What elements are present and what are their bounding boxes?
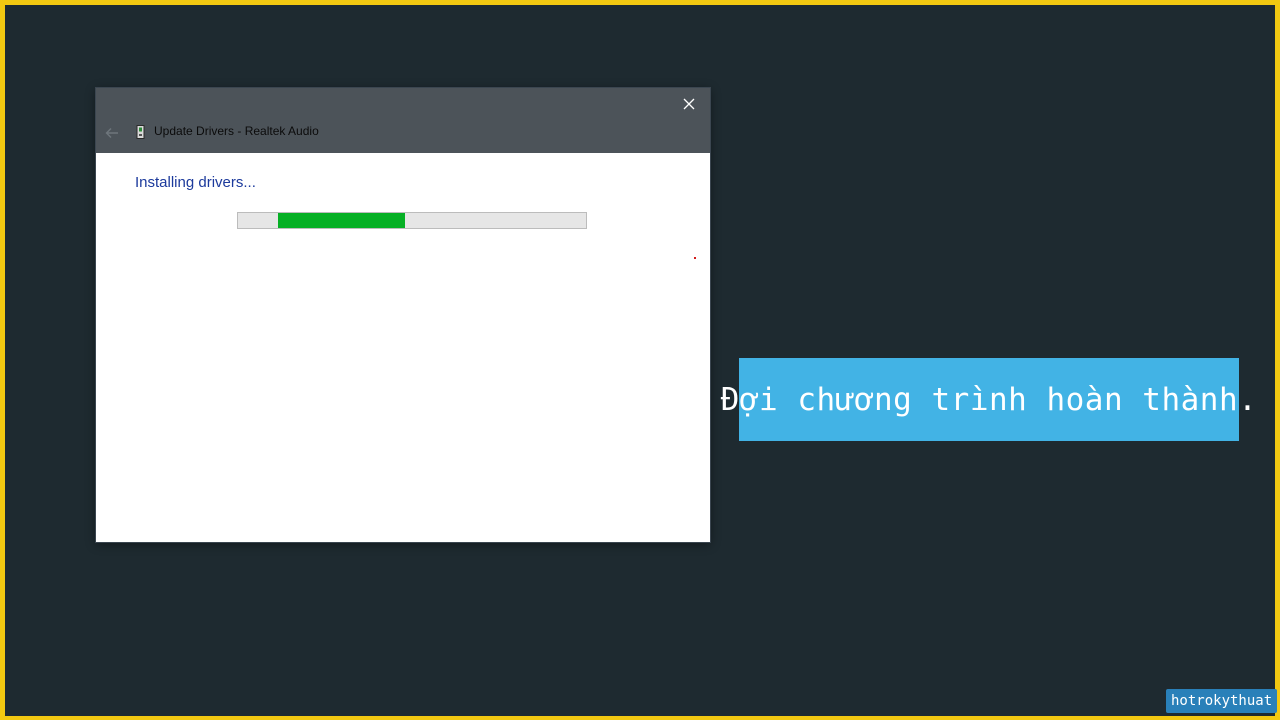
device-manager-icon bbox=[136, 125, 145, 139]
back-arrow-icon bbox=[105, 128, 118, 138]
status-text: Installing drivers... bbox=[135, 174, 256, 191]
caption-box: Đợi chương trình hoàn thành. bbox=[721, 358, 1257, 441]
update-drivers-dialog: Update Drivers - Realtek Audio Installin… bbox=[96, 88, 710, 542]
progress-bar-fill bbox=[278, 213, 405, 228]
close-icon bbox=[683, 98, 695, 110]
back-button[interactable] bbox=[102, 123, 122, 143]
dialog-titlebar: Update Drivers - Realtek Audio bbox=[96, 88, 710, 153]
stray-pixel bbox=[694, 257, 696, 259]
caption-text: Đợi chương trình hoàn thành. bbox=[720, 381, 1258, 418]
progress-bar bbox=[237, 212, 587, 229]
dialog-title: Update Drivers - Realtek Audio bbox=[154, 124, 319, 138]
close-button[interactable] bbox=[674, 91, 704, 117]
watermark-text: hotrokythuat bbox=[1171, 693, 1273, 709]
watermark: hotrokythuat bbox=[1166, 689, 1278, 713]
